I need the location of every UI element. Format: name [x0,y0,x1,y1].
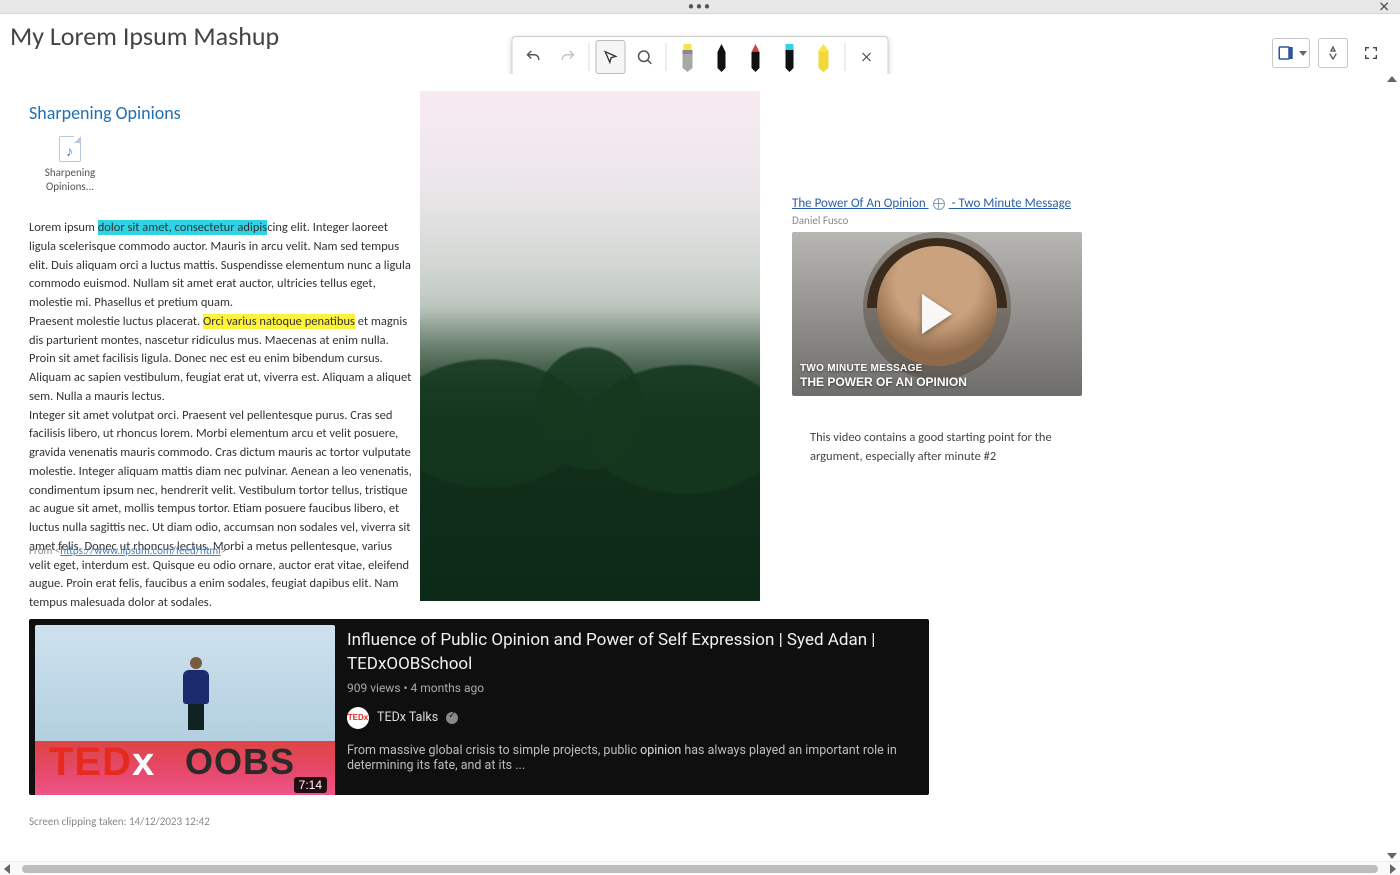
video-annotation[interactable]: This video contains a good starting poin… [810,429,1080,467]
vertical-scrollbar[interactable] [1386,74,1398,861]
feed-pane-button[interactable] [1272,38,1310,68]
right-toolbar [1272,38,1386,68]
draw-toolbar [512,36,889,78]
chevron-down-icon [1299,51,1307,56]
pen-highlighter-cyan[interactable] [775,40,805,74]
section-heading[interactable]: Sharpening Opinions [29,102,181,124]
horizontal-scrollbar[interactable] [0,861,1400,875]
pen-highlighter-yellow-chisel[interactable] [809,40,839,74]
audio-attachment[interactable]: ♪ Sharpening Opinions... [30,136,110,194]
video-author: Daniel Fusco [792,214,848,227]
source-link[interactable]: https://www.lipsum.com/feed/html [60,544,220,557]
play-icon [922,294,952,334]
paragraph-3: Integer sit amet volutpat orci. Praesent… [29,407,414,613]
close-icon[interactable]: ✕ [1378,0,1390,15]
youtube-title[interactable]: Influence of Public Opinion and Power of… [347,629,915,677]
verified-badge-icon [446,712,458,724]
highlighted-text-yellow: Orci varius natoque penatibus [203,314,355,329]
scroll-down-icon[interactable] [1387,853,1397,859]
text-run: 4 months ago [411,681,485,695]
globe-icon [933,198,945,210]
paragraph-2: Praesent molestie luctus placerat. Orci … [29,313,414,407]
youtube-description: From massive global crisis to simple pro… [347,743,915,773]
text-run: 909 views [347,681,401,695]
scroll-right-icon[interactable] [1390,864,1396,874]
video-link-part2[interactable]: - Two Minute Message [949,196,1071,211]
text-run: From < [29,544,60,557]
math-assistant-button[interactable] [1318,38,1348,68]
channel-name: TEDx Talks [377,710,438,725]
text-run: OOBS [185,741,295,783]
text-run: Praesent molestie luctus placerat. [29,314,203,329]
text-run: TWO MINUTE MESSAGE [800,363,967,376]
screen-clipping-timestamp: Screen clipping taken: 14/12/2023 12:42 [29,815,210,828]
highlighted-text-cyan: dolor sit amet, consectetur adipis [98,220,267,235]
note-canvas[interactable]: Sharpening Opinions ♪ Sharpening Opinion… [0,74,1400,861]
video-hyperlink[interactable]: The Power Of An Opinion - Two Minute Mes… [792,196,1071,211]
pen-highlighter-yellow[interactable] [673,40,703,74]
close-toolbar-button[interactable] [852,40,882,74]
select-tool-button[interactable] [596,40,626,74]
forest-image[interactable] [420,91,760,601]
redo-button[interactable] [553,40,583,74]
scroll-up-icon[interactable] [1387,76,1397,82]
channel-avatar: TEDx [347,707,369,729]
pen-red[interactable] [741,40,771,74]
video-link-part1[interactable]: The Power Of An Opinion [792,196,929,211]
page-title[interactable]: My Lorem Ipsum Mashup [10,20,410,52]
audio-attachment-label: Sharpening Opinions... [30,166,110,194]
paragraph-1: Lorem ipsum dolor sit amet, consectetur … [29,219,414,313]
toolbar-separator [666,43,667,71]
undo-button[interactable] [519,40,549,74]
toolbar-separator [589,43,590,71]
system-menu-bar: ••• ✕ [0,0,1400,14]
toolbar-separator [845,43,846,71]
decorative-shape [179,657,213,727]
video-embed[interactable]: TWO MINUTE MESSAGE THE POWER OF AN OPINI… [792,232,1082,396]
youtube-channel-row[interactable]: TEDx TEDx Talks [347,707,915,729]
youtube-stats: 909 views • 4 months ago [347,681,915,695]
text-run: opinion [640,743,681,758]
text-run: Lorem ipsum [29,220,98,235]
lasso-tool-button[interactable] [630,40,660,74]
scrollbar-thumb[interactable] [22,865,1378,873]
pen-black[interactable] [707,40,737,74]
page-header: My Lorem Ipsum Mashup [0,14,1400,74]
video-overlay-caption: TWO MINUTE MESSAGE THE POWER OF AN OPINI… [800,363,967,391]
tedx-logo: TEDx [49,740,155,785]
text-run: TED [49,740,132,784]
music-note-icon: ♪ [66,143,73,160]
scroll-left-icon[interactable] [4,864,10,874]
text-run: From massive global crisis to simple pro… [347,743,640,758]
fullscreen-button[interactable] [1356,38,1386,68]
youtube-card[interactable]: TEDx OOBS 7:14 Influence of Public Opini… [29,619,929,795]
youtube-metadata: Influence of Public Opinion and Power of… [341,619,929,795]
more-options-icon[interactable]: ••• [688,0,712,14]
source-citation: From <https://www.lipsum.com/feed/html> [29,544,226,557]
audio-file-icon: ♪ [59,136,81,162]
youtube-thumbnail[interactable]: TEDx OOBS 7:14 [35,625,335,795]
text-run: x [132,740,155,784]
text-run: > [221,544,226,557]
text-run: THE POWER OF AN OPINION [800,375,967,390]
video-duration-badge: 7:14 [294,777,327,793]
